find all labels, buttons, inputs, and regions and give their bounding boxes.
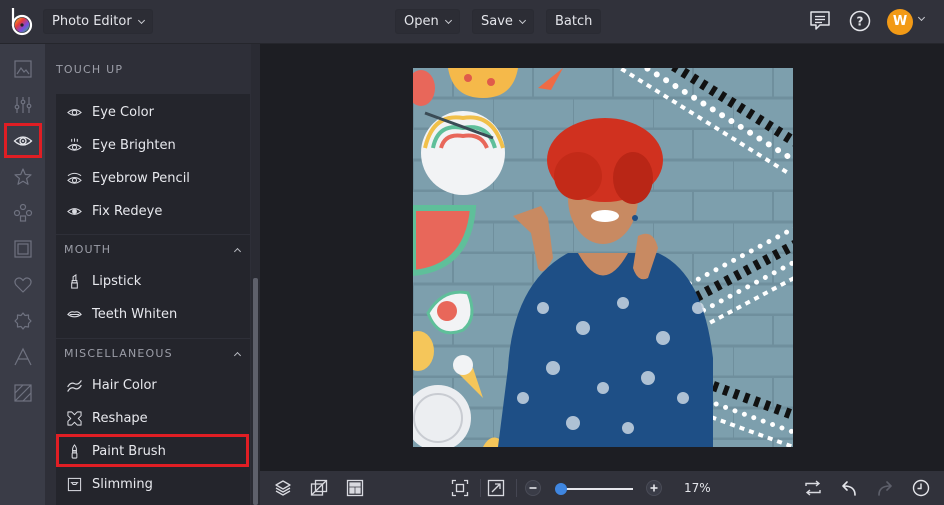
crop-resize-icon[interactable] <box>310 479 328 497</box>
slimming-icon <box>67 477 81 491</box>
group-header-mouth[interactable]: MOUTH <box>56 234 250 264</box>
chevron-down-icon[interactable] <box>917 13 926 22</box>
expand-icon[interactable] <box>487 479 505 497</box>
rail-active-highlight <box>4 123 42 158</box>
top-bar: Photo Editor Open Save Batch ? W <box>0 0 944 44</box>
layers-icon[interactable] <box>274 479 292 497</box>
texture-icon <box>13 384 32 402</box>
tool-rail <box>0 44 45 505</box>
lips-icon <box>66 310 82 317</box>
tool-label: Hair Color <box>92 377 157 393</box>
tool-label: Reshape <box>92 410 148 426</box>
zoom-in-icon[interactable] <box>645 479 663 497</box>
tool-fix-redeye[interactable]: Fix Redeye <box>56 195 250 227</box>
tool-label: Fix Redeye <box>92 203 163 219</box>
rail-item-adjust[interactable] <box>0 87 45 123</box>
tool-label: Eyebrow Pencil <box>92 170 190 186</box>
lipstick-icon <box>70 273 78 289</box>
panel-scrollbar-thumb[interactable] <box>253 278 258 505</box>
chevron-down-icon <box>137 16 145 24</box>
group-title: MISCELLANEOUS <box>64 347 173 360</box>
save-button[interactable]: Save <box>472 9 534 34</box>
chevron-down-icon <box>444 16 452 24</box>
eye-brighten-icon <box>66 137 82 151</box>
save-label: Save <box>481 14 513 29</box>
redeye-icon <box>66 207 82 215</box>
chevron-up-icon <box>233 247 242 255</box>
frame-icon <box>13 240 32 258</box>
adjust-sliders-icon <box>14 97 31 113</box>
rail-item-textures[interactable] <box>0 375 45 411</box>
layout-icon[interactable] <box>346 479 364 497</box>
tool-teeth-whiten[interactable]: Teeth Whiten <box>56 298 250 330</box>
rail-item-effects[interactable] <box>0 159 45 195</box>
eye-icon <box>66 108 82 116</box>
open-button[interactable]: Open <box>395 9 460 34</box>
tool-reshape[interactable]: Reshape <box>56 402 250 434</box>
zoom-slider-handle[interactable] <box>555 483 567 495</box>
help-icon[interactable]: ? <box>849 10 871 32</box>
section-title: TOUCH UP <box>56 63 124 76</box>
undo-icon[interactable] <box>840 479 858 497</box>
tool-hair-color[interactable]: Hair Color <box>56 369 250 401</box>
chat-icon[interactable] <box>809 10 831 32</box>
group-title: MOUTH <box>64 243 112 256</box>
rail-item-text[interactable] <box>0 339 45 375</box>
history-icon[interactable] <box>912 479 930 497</box>
chevron-up-icon <box>233 351 242 359</box>
photo-image <box>413 68 793 447</box>
tool-eye-brighten[interactable]: Eye Brighten <box>56 129 250 161</box>
text-icon <box>13 347 32 366</box>
photo-editor-label: Photo Editor <box>52 14 132 29</box>
photo-editor-menu[interactable]: Photo Editor <box>43 9 153 34</box>
rail-item-frames[interactable] <box>0 231 45 267</box>
fit-screen-icon[interactable] <box>451 479 469 497</box>
chevron-down-icon <box>518 16 526 24</box>
redo-icon[interactable] <box>876 479 894 497</box>
touch-up-panel: TOUCH UP Eye Color Eye Brighten Eyebrow … <box>45 44 260 505</box>
rail-item-badges[interactable] <box>0 303 45 339</box>
photo-canvas[interactable] <box>413 68 793 447</box>
zoom-slider-track[interactable] <box>561 488 633 490</box>
user-avatar[interactable]: W <box>887 9 913 35</box>
rail-item-image[interactable] <box>0 51 45 87</box>
group-header-miscellaneous[interactable]: MISCELLANEOUS <box>56 338 250 368</box>
zoom-out-icon[interactable] <box>524 479 542 497</box>
tool-label: Lipstick <box>92 273 142 289</box>
tool-label: Eye Brighten <box>92 137 176 153</box>
heart-icon <box>13 277 32 293</box>
rail-item-graphics[interactable] <box>0 195 45 231</box>
svg-text:?: ? <box>857 15 864 29</box>
toolbar-divider <box>480 479 481 497</box>
reshape-icon <box>66 410 82 426</box>
tool-label: Slimming <box>92 476 153 492</box>
tool-label: Teeth Whiten <box>92 306 178 322</box>
app-logo[interactable] <box>9 6 35 36</box>
rail-item-overlays[interactable] <box>0 267 45 303</box>
tool-slimming[interactable]: Slimming <box>56 468 250 500</box>
tool-eyebrow-pencil[interactable]: Eyebrow Pencil <box>56 162 250 194</box>
image-icon <box>13 60 32 78</box>
tool-eye-color[interactable]: Eye Color <box>56 96 250 128</box>
tool-label: Eye Color <box>92 104 154 120</box>
batch-button[interactable]: Batch <box>546 9 602 34</box>
hair-icon <box>66 379 82 392</box>
graphics-icon <box>13 203 32 222</box>
badge-icon <box>13 312 32 330</box>
paint-brush-highlight <box>56 434 249 467</box>
batch-label: Batch <box>555 14 593 29</box>
flip-icon[interactable] <box>804 479 822 497</box>
tool-lipstick[interactable]: Lipstick <box>56 265 250 297</box>
eyebrow-icon <box>66 172 82 184</box>
toolbar-divider <box>516 479 517 497</box>
star-icon <box>13 168 32 185</box>
open-label: Open <box>404 14 439 29</box>
zoom-level: 17% <box>684 481 711 495</box>
